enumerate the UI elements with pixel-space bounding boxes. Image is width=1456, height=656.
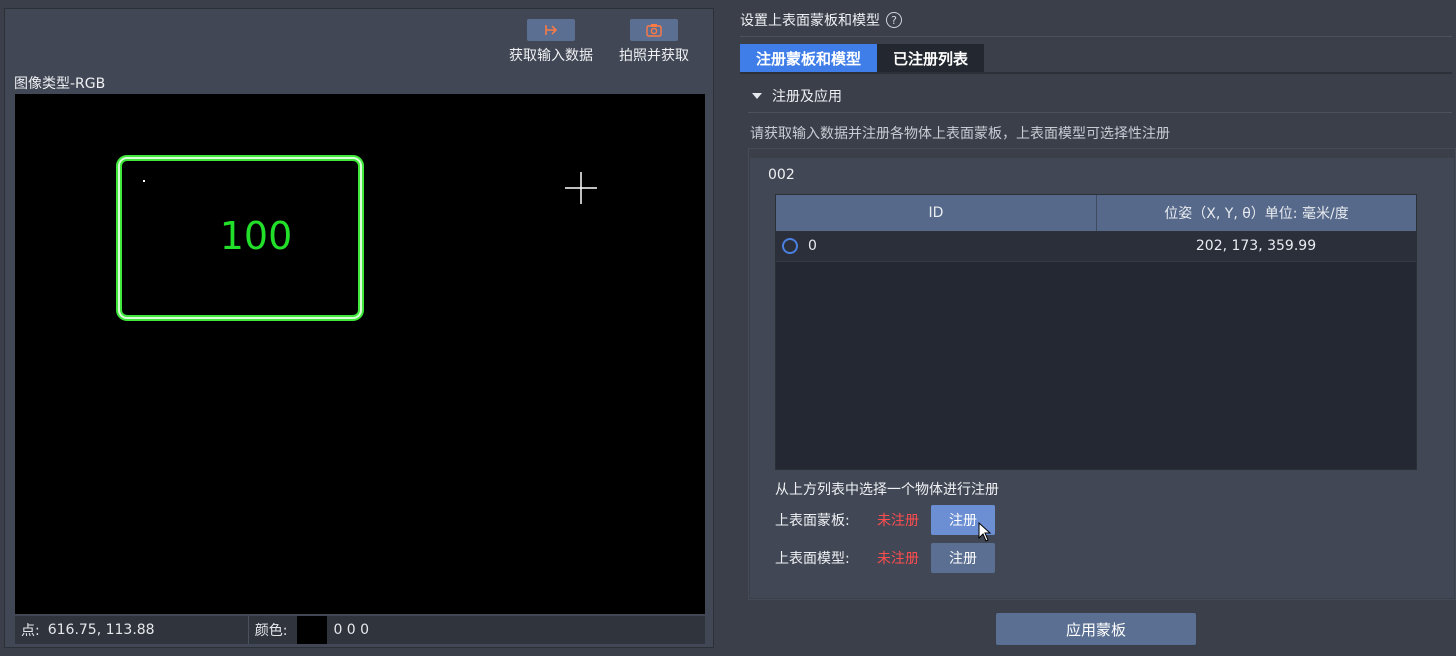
get-input-data-label: 获取输入数据 [509, 48, 593, 64]
section-divider [748, 112, 1452, 113]
row-id-value: 0 [808, 238, 817, 254]
mask-registration-row: 上表面蒙板: 未注册 注册 [775, 505, 995, 535]
image-panel: 获取输入数据 拍照并获取 图像类型-RGB 100 点: 616.75, 113… [4, 8, 714, 648]
title-divider [740, 36, 1452, 37]
help-icon[interactable]: ? [886, 12, 902, 28]
group-name: 002 [768, 167, 795, 183]
camera-icon [630, 19, 678, 41]
color-swatch [297, 616, 328, 644]
apply-mask-button[interactable]: 应用蒙板 [996, 613, 1196, 645]
noise-point [143, 180, 145, 182]
section-description: 请获取输入数据并注册各物体上表面蒙板，上表面模型可选择性注册 [750, 126, 1170, 142]
capture-and-get-button[interactable]: 拍照并获取 [619, 19, 689, 65]
crosshair-cursor-icon [565, 172, 597, 204]
image-type-label: 图像类型-RGB [14, 76, 106, 92]
model-label: 上表面模型: [775, 551, 850, 567]
tab-registered-list[interactable]: 已注册列表 [877, 44, 985, 72]
point-label: 点: [21, 623, 40, 639]
mask-status: 未注册 [877, 513, 919, 529]
tab-register-mask-and-model[interactable]: 注册蒙板和模型 [740, 44, 878, 72]
settings-panel: 设置上表面蒙板和模型 ? 注册蒙板和模型 已注册列表 注册及应用 请获取输入数据… [730, 0, 1456, 656]
register-model-button[interactable]: 注册 [931, 543, 995, 573]
get-input-data-button[interactable]: 获取输入数据 [509, 19, 593, 65]
section-title: 注册及应用 [772, 89, 842, 105]
model-registration-row: 上表面模型: 未注册 注册 [775, 543, 995, 573]
image-status-bar: 点: 616.75, 113.88 颜色: 0 0 0 [15, 616, 705, 644]
column-header-pose: 位姿（X, Y, θ）单位: 毫米/度 [1164, 206, 1349, 222]
cell-pose: 202, 173, 359.99 [1195, 238, 1317, 254]
collapse-triangle-icon [752, 93, 762, 99]
color-label: 颜色: [254, 623, 288, 639]
capture-and-get-label: 拍照并获取 [619, 48, 689, 64]
model-status: 未注册 [877, 551, 919, 567]
mouse-pointer-icon [978, 522, 992, 542]
image-canvas: 100 [116, 155, 597, 321]
color-value: 0 0 0 [333, 622, 370, 638]
table-header: ID 位姿（X, Y, θ）单位: 毫米/度 [776, 195, 1416, 231]
cell-id: 0 [776, 231, 1096, 261]
image-viewer[interactable]: 100 [15, 94, 705, 614]
table-row[interactable]: 0 202, 173, 359.99 [776, 231, 1416, 262]
tab-divider [740, 72, 1452, 74]
panel-title-text: 设置上表面蒙板和模型 [740, 13, 880, 29]
mask-label: 上表面蒙板: [775, 513, 850, 529]
column-header-id: ID [776, 195, 1097, 231]
point-value: 616.75, 113.88 [47, 622, 155, 638]
input-arrow-icon [527, 19, 575, 41]
row-select-radio[interactable] [782, 238, 798, 254]
tab-bar: 注册蒙板和模型 已注册列表 [740, 44, 985, 72]
panel-title: 设置上表面蒙板和模型 ? [740, 10, 902, 30]
detected-text: 100 [220, 214, 293, 258]
object-table: ID 位姿（X, Y, θ）单位: 毫米/度 0 202, 173, 359.9… [775, 194, 1417, 470]
select-object-hint: 从上方列表中选择一个物体进行注册 [775, 482, 999, 498]
section-register-apply[interactable]: 注册及应用 [752, 86, 842, 106]
